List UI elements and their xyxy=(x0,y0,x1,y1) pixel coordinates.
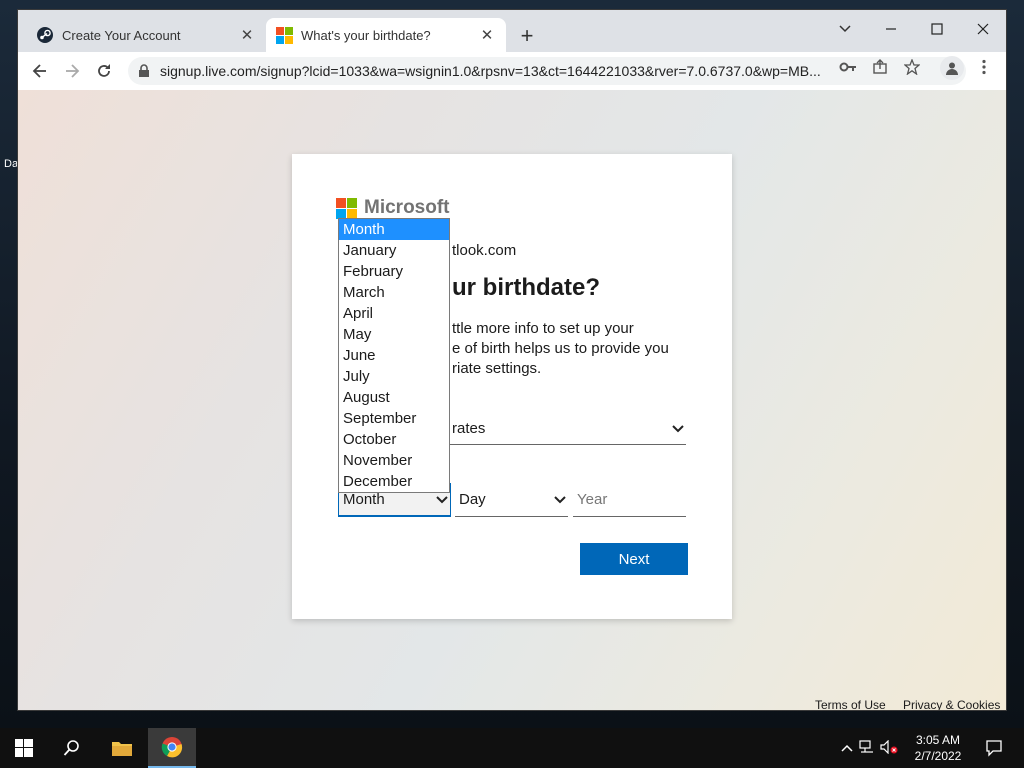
minimize-icon xyxy=(886,28,896,30)
url-text: signup.live.com/signup?lcid=1033&wa=wsig… xyxy=(160,63,821,79)
lock-icon xyxy=(138,64,150,78)
network-icon[interactable] xyxy=(856,739,878,757)
birth-year-input[interactable]: Year xyxy=(573,483,686,517)
notification-icon xyxy=(986,740,1002,757)
tab-strip: Create Your Account ✕ What's your birthd… xyxy=(18,10,1006,52)
privacy-link[interactable]: Privacy & Cookies xyxy=(903,698,1000,710)
page-title: ur birthdate? xyxy=(452,274,600,301)
system-tray xyxy=(838,728,900,768)
month-option[interactable]: December xyxy=(339,471,449,492)
windows-logo-icon xyxy=(15,739,33,757)
folder-icon xyxy=(112,742,132,756)
month-option[interactable]: May xyxy=(339,324,449,345)
description-line: ttle more info to set up your xyxy=(452,320,634,337)
brand-name: Microsoft xyxy=(364,197,450,218)
reload-button[interactable] xyxy=(90,57,118,85)
forward-arrow-icon xyxy=(66,64,80,78)
share-icon[interactable] xyxy=(870,57,890,77)
clock-date: 2/7/2022 xyxy=(914,749,962,763)
chrome-taskbar-button[interactable] xyxy=(148,728,196,768)
close-tab-icon[interactable]: ✕ xyxy=(478,26,496,44)
page-content: Microsoft tlook.com ur birthdate? ttle m… xyxy=(18,90,1006,710)
month-option[interactable]: February xyxy=(339,261,449,282)
birth-month-value: Month xyxy=(343,491,385,508)
start-button[interactable] xyxy=(0,728,48,768)
chevron-down-icon xyxy=(552,492,568,507)
taskbar: 3:05 AM 2/7/2022 xyxy=(0,728,1024,768)
bookmark-star-icon[interactable] xyxy=(902,57,922,77)
browser-toolbar: signup.live.com/signup?lcid=1033&wa=wsig… xyxy=(18,52,1006,91)
chevron-up-icon[interactable] xyxy=(838,741,856,755)
month-option[interactable]: April xyxy=(339,303,449,324)
month-option[interactable]: November xyxy=(339,450,449,471)
clock-time: 3:05 AM xyxy=(915,733,961,747)
microsoft-logo-icon xyxy=(276,26,293,44)
reload-icon xyxy=(98,64,110,77)
month-option[interactable]: August xyxy=(339,387,449,408)
account-email: tlook.com xyxy=(452,242,517,259)
chevron-down-icon xyxy=(670,421,686,436)
month-option[interactable]: January xyxy=(339,240,449,261)
desktop-icon-label[interactable]: Da xyxy=(4,158,18,170)
next-button[interactable]: Next xyxy=(580,543,688,575)
notifications-button[interactable] xyxy=(970,728,1018,768)
month-option[interactable]: March xyxy=(339,282,449,303)
maximize-button[interactable] xyxy=(914,14,960,44)
page-description: ttle more info to set up your e of birth… xyxy=(452,319,692,379)
month-option[interactable]: Month xyxy=(339,219,449,240)
microsoft-logo-icon xyxy=(336,197,357,219)
month-option[interactable]: June xyxy=(339,345,449,366)
birth-day-value: Day xyxy=(459,491,486,508)
maximize-icon xyxy=(931,23,943,35)
tab-title: Create Your Account xyxy=(62,27,181,43)
back-button[interactable] xyxy=(26,57,54,85)
close-tab-icon[interactable]: ✕ xyxy=(238,26,256,44)
month-option[interactable]: October xyxy=(339,429,449,450)
tab-search-button[interactable] xyxy=(822,14,868,44)
chevron-down-icon xyxy=(434,492,450,507)
microsoft-logo: Microsoft xyxy=(336,197,450,219)
terms-link[interactable]: Terms of Use xyxy=(815,698,886,710)
tab-birthdate[interactable]: What's your birthdate? ✕ xyxy=(266,18,506,52)
steam-icon xyxy=(37,27,53,43)
month-option[interactable]: July xyxy=(339,366,449,387)
password-key-icon[interactable] xyxy=(838,57,858,77)
profile-avatar-icon[interactable] xyxy=(940,56,964,80)
search-button[interactable] xyxy=(48,728,96,768)
back-arrow-icon xyxy=(32,64,46,78)
tab-title: What's your birthdate? xyxy=(301,27,431,43)
chevron-down-icon xyxy=(839,25,851,33)
minimize-button[interactable] xyxy=(868,14,914,44)
new-tab-button[interactable]: + xyxy=(514,23,540,49)
close-icon xyxy=(977,23,989,35)
close-window-button[interactable] xyxy=(960,14,1006,44)
file-explorer-button[interactable] xyxy=(98,728,146,768)
description-line: riate settings. xyxy=(452,360,542,377)
description-line: e of birth helps us to provide you xyxy=(452,340,669,357)
birth-day-select[interactable]: Day xyxy=(455,483,568,517)
taskbar-clock[interactable]: 3:05 AM 2/7/2022 xyxy=(906,732,970,764)
browser-window: Create Your Account ✕ What's your birthd… xyxy=(18,10,1006,710)
tab-create-account[interactable]: Create Your Account ✕ xyxy=(26,18,266,52)
month-dropdown-list: Month January February March April May J… xyxy=(338,218,450,493)
forward-button[interactable] xyxy=(58,57,86,85)
month-option[interactable]: September xyxy=(339,408,449,429)
chrome-icon xyxy=(161,737,183,758)
search-icon xyxy=(63,740,79,756)
menu-kebab-icon[interactable] xyxy=(974,57,994,77)
volume-muted-icon[interactable] xyxy=(878,739,900,757)
birth-year-placeholder: Year xyxy=(577,491,608,508)
